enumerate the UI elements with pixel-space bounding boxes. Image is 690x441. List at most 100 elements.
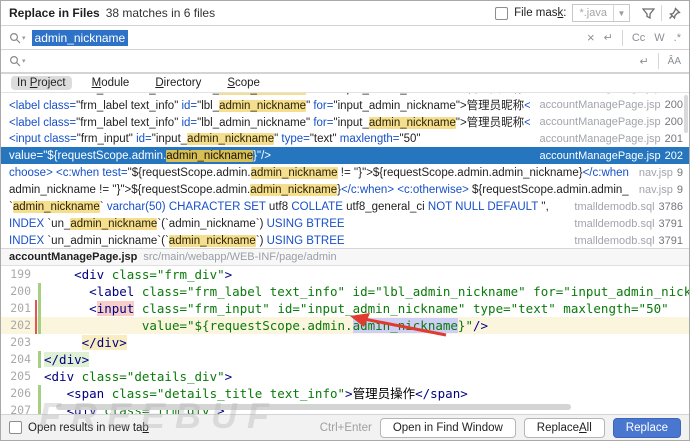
result-line-number: 200 <box>664 98 683 111</box>
preserve-case-toggle[interactable]: ÂA <box>668 56 681 67</box>
scope-tab-in-project[interactable]: In Project <box>11 76 72 90</box>
scope-tab-module[interactable]: Module <box>86 76 136 90</box>
line-number: 202 <box>1 317 35 334</box>
result-file-name: tmalldemodb.sql <box>574 200 655 213</box>
result-line-number: 3791 <box>658 234 683 247</box>
preview-file-name: accountManagePage.jsp <box>9 251 138 263</box>
search-input[interactable]: admin_nickname <box>31 29 129 46</box>
preview-line[interactable]: 205 <div class="details_div"> <box>1 368 689 385</box>
footer-bar: Open results in new tab Ctrl+Enter Open … <box>1 414 689 440</box>
file-mask-value: *.java <box>579 7 607 19</box>
vcs-change-marker <box>35 283 44 300</box>
preview-line[interactable]: 204 </div> <box>1 351 689 368</box>
result-line-number: 201 <box>664 132 683 145</box>
line-number: 204 <box>10 352 31 366</box>
line-number: 206 <box>10 386 31 400</box>
result-line-number: 3791 <box>658 217 683 230</box>
clear-icon[interactable]: × <box>587 30 595 45</box>
result-row[interactable]: INDEX `un_admin_nickname`(`admin_nicknam… <box>1 215 689 232</box>
preview-editor[interactable]: 199 <div class="frm_div"> 200 <label clas… <box>1 266 689 414</box>
whole-words-toggle[interactable]: W <box>654 32 664 44</box>
preview-line[interactable]: 201 <input class="frm_input" id="input_a… <box>1 300 689 317</box>
result-file-name: accountManagePage.jsp <box>539 115 661 128</box>
result-file-name: nav.jsp <box>638 166 673 179</box>
result-row[interactable]: `admin_nickname` varchar(50) CHARACTER S… <box>1 198 689 215</box>
vcs-change-marker <box>35 317 44 334</box>
divider <box>657 53 659 69</box>
result-file-name: tmalldemodb.sql <box>574 234 655 247</box>
vcs-change-marker <box>35 300 44 317</box>
result-row[interactable]: <label class="frm_label text_info" id="l… <box>1 113 689 130</box>
match-case-toggle[interactable]: Cc <box>632 32 645 44</box>
preview-line[interactable]: 200 <label class="frm_label text_info" i… <box>1 283 689 300</box>
result-file-name: nav.jsp <box>638 183 673 196</box>
line-number: 207 <box>10 403 31 414</box>
replace-in-files-dialog: Replace in Files 38 matches in 6 files F… <box>0 0 690 441</box>
preview-line[interactable]: 199 <div class="frm_div"> <box>1 266 689 283</box>
chevron-down-icon[interactable]: ▼ <box>613 5 629 21</box>
result-file-name: accountManagePage.jsp <box>539 98 661 111</box>
replace-field-icon[interactable]: ▾ <box>9 55 26 67</box>
result-file-name: accountManagePage.jsp <box>539 132 661 145</box>
result-line-number: 200 <box>665 93 683 94</box>
results-scrollbar[interactable] <box>684 95 688 133</box>
dialog-title: Replace in Files <box>9 6 100 20</box>
result-line-number: 200 <box>664 115 683 128</box>
line-number: 200 <box>10 284 31 298</box>
result-row[interactable]: choose> <c:when test="${requestScope.adm… <box>1 164 689 181</box>
result-file-name: tmalldemodb.sql <box>574 217 655 230</box>
dialog-header: Replace in Files 38 matches in 6 files F… <box>1 1 689 25</box>
result-row[interactable]: value="${requestScope.admin.admin_nickna… <box>1 147 689 164</box>
editor-hscrollbar[interactable] <box>56 404 571 410</box>
pin-icon[interactable] <box>668 6 681 20</box>
result-line-number: 202 <box>664 149 683 162</box>
open-results-checkbox[interactable] <box>9 421 22 434</box>
newline-icon[interactable]: ↵ <box>639 55 648 68</box>
vcs-change-marker <box>35 351 44 368</box>
preview-file-path: src/main/webapp/WEB-INF/page/admin <box>143 251 337 263</box>
search-icon[interactable]: ▾ <box>9 32 26 44</box>
scope-tab-directory[interactable]: Directory <box>149 76 207 90</box>
replace-all-button[interactable]: Replace All <box>523 417 605 438</box>
line-number: 203 <box>10 335 31 349</box>
scope-tab-scope[interactable]: Scope <box>221 76 266 90</box>
result-line-number: 9 <box>676 183 683 196</box>
result-file-name: accountManagePage.jsp <box>540 93 661 94</box>
divider <box>621 29 623 46</box>
vcs-change-marker <box>35 266 44 283</box>
line-number: 199 <box>10 267 31 281</box>
file-mask-combo[interactable]: *.java ▼ <box>572 4 630 22</box>
vcs-change-marker <box>35 402 44 414</box>
replace-row[interactable]: ▾ ↵ ÂA <box>1 49 689 73</box>
search-row[interactable]: ▾ admin_nickname × ↵ Cc W .* <box>1 25 689 49</box>
preview-line[interactable]: 206 <span class="details_title text_info… <box>1 385 689 402</box>
result-row[interactable]: <label class="frm_label text_info" id="l… <box>1 96 689 113</box>
preview-header: accountManagePage.jsp src/main/webapp/WE… <box>1 248 689 266</box>
result-file-name: accountManagePage.jsp <box>539 149 661 162</box>
result-row[interactable]: INDEX `un_admin_nickname`(`admin_nicknam… <box>1 232 689 248</box>
result-row[interactable]: <input class="frm_input" id="input_admin… <box>1 130 689 147</box>
results-list: <label class="frm_label text_info" id="l… <box>1 92 689 248</box>
shortcut-hint: Ctrl+Enter <box>319 421 372 434</box>
line-number: 201 <box>10 301 31 315</box>
divider <box>661 5 662 21</box>
vcs-change-marker <box>35 334 44 351</box>
result-row[interactable]: admin_nickname != ''}">${requestScope.ad… <box>1 181 689 198</box>
preview-line[interactable]: 203 </div> <box>1 334 689 351</box>
match-summary: 38 matches in 6 files <box>105 6 216 20</box>
file-mask-label: File mask: <box>514 7 567 19</box>
result-line-number: 9 <box>676 166 683 179</box>
filter-icon[interactable] <box>642 7 655 20</box>
vcs-change-marker <box>35 385 44 402</box>
open-results-label: Open results in new tab <box>28 421 149 434</box>
scope-tabs: In Project Module Directory Scope <box>1 73 689 92</box>
newline-icon[interactable]: ↵ <box>604 31 613 44</box>
replace-button[interactable]: Replace <box>612 417 681 438</box>
line-number: 205 <box>10 369 31 383</box>
vcs-change-marker <box>35 368 44 385</box>
regex-toggle[interactable]: .* <box>674 32 681 44</box>
result-line-number: 3786 <box>658 200 683 213</box>
preview-line[interactable]: 202 value="${requestScope.admin.admin_ni… <box>1 317 689 334</box>
file-mask-checkbox[interactable] <box>495 6 509 20</box>
open-in-find-window-button[interactable]: Open in Find Window <box>379 417 516 438</box>
